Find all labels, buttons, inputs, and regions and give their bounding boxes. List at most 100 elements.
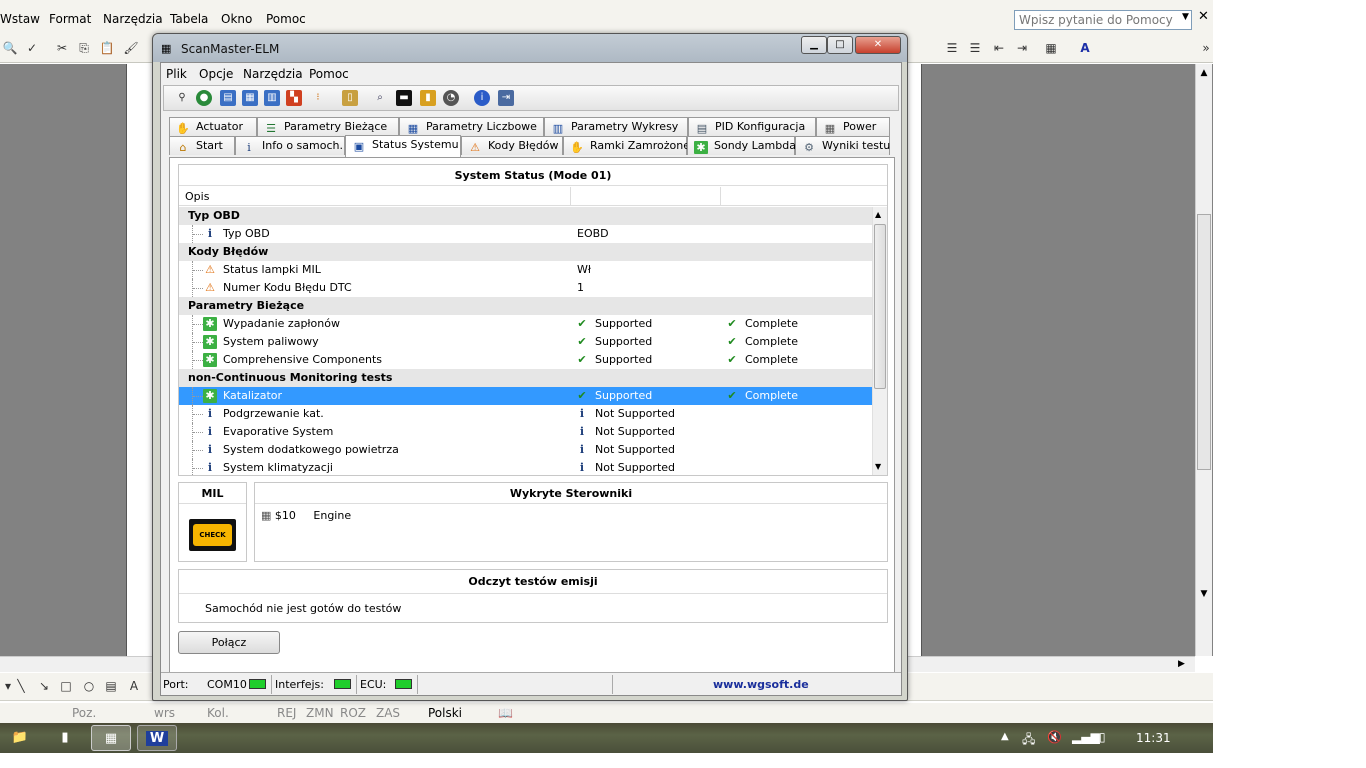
chevron-down-icon[interactable]: ▼ [1182, 12, 1189, 22]
tab-actuator[interactable]: ✋ Actuator [169, 117, 257, 136]
terminal-icon[interactable]: ▬ [396, 90, 412, 106]
oval-icon[interactable]: ○ [81, 678, 97, 694]
tab-ramki-zamrozone[interactable]: ✋ Ramki Zamrożone [563, 136, 690, 155]
menu-narzedzia[interactable]: Narzędzia [103, 12, 163, 26]
tab-info-o-samoch[interactable]: i Info o samoch. [235, 136, 345, 155]
tab-start[interactable]: ⌂ Start [169, 136, 235, 155]
menu-wstaw[interactable]: Wstaw [0, 12, 40, 26]
tab-sondy-lambda[interactable]: ✱ Sondy Lambda [687, 136, 796, 155]
table-icon[interactable]: ▦ [242, 90, 258, 106]
clock[interactable]: 11:31 [1136, 731, 1171, 745]
borders-icon[interactable]: ▦ [1043, 40, 1059, 56]
minimize-button[interactable]: ▁ [801, 36, 827, 54]
vertical-scrollbar[interactable]: ▲ ▼ [1195, 64, 1212, 656]
tab-power[interactable]: ▦ Power [816, 117, 890, 136]
line-icon[interactable]: ╲ [13, 678, 29, 694]
network-icon[interactable]: 🖧 [1022, 730, 1035, 751]
menu-narzedzia[interactable]: Narzędzia [243, 67, 303, 81]
menu-format[interactable]: Format [49, 12, 91, 26]
list-item[interactable]: i Typ OBD EOBD [179, 225, 872, 243]
menu-okno[interactable]: Okno [221, 12, 252, 26]
format-painter-icon[interactable]: 🖌 [123, 40, 139, 56]
tab-parametry-biezace[interactable]: ☰ Parametry Bieżące [257, 117, 399, 136]
tab-wyniki-testu[interactable]: ⚙ Wyniki testu [795, 136, 890, 155]
website-link[interactable]: www.wgsoft.de [713, 678, 809, 691]
scroll-up-icon[interactable]: ▲ [1197, 68, 1211, 82]
paste-icon[interactable]: 📋 [99, 40, 115, 56]
explorer-icon[interactable]: 📁 [0, 725, 40, 751]
print-preview-icon[interactable]: 🔍 [2, 40, 18, 56]
connect-button[interactable]: Połącz [178, 631, 280, 654]
list-item[interactable]: i Evaporative System i Not Supported [179, 423, 872, 441]
scroll-thumb[interactable] [1197, 214, 1211, 470]
list-item[interactable]: i System dodatkowego powietrza i Not Suppor… [179, 441, 872, 459]
tray-expand-icon[interactable]: ▲ [1001, 731, 1009, 742]
chart-icon[interactable]: ▥ [264, 90, 280, 106]
volume-muted-icon[interactable]: 🔇 [1047, 730, 1062, 744]
color-chart-icon[interactable]: ▚ [286, 90, 302, 106]
gauge-icon[interactable]: ◔ [443, 90, 459, 106]
connect-icon[interactable]: ⚲ [174, 90, 190, 106]
status-zas[interactable]: ZAS [376, 706, 400, 720]
status-language[interactable]: Polski [428, 706, 462, 720]
font-color-icon[interactable]: A [1077, 40, 1093, 56]
decrease-indent-icon[interactable]: ⇤ [991, 40, 1007, 56]
list-group-header[interactable]: Parametry Bieżące [179, 297, 872, 315]
status-rej[interactable]: REJ [277, 706, 296, 720]
list-scrollbar[interactable]: ▲ ▼ [872, 207, 887, 475]
list-item[interactable]: ⚠ Status lampki MIL Wł [179, 261, 872, 279]
book-check-icon[interactable]: 📖 [498, 706, 513, 720]
menu-pomoc[interactable]: Pomoc [266, 12, 306, 26]
arrow-icon[interactable]: ↘ [36, 678, 52, 694]
status-roz[interactable]: ROZ [340, 706, 366, 720]
bullets-icon[interactable]: ☰ [967, 40, 983, 56]
scroll-down-icon[interactable]: ▼ [1197, 589, 1211, 603]
toolbar-options-icon[interactable]: » [1198, 40, 1214, 56]
list-item[interactable]: i System klimatyzacji i Not Supported [179, 459, 872, 475]
maximize-button[interactable]: □ [827, 36, 853, 54]
menu-opcje[interactable]: Opcje [199, 67, 233, 81]
tab-status-systemu[interactable]: ▣ Status Systemu [345, 135, 461, 157]
list-item[interactable]: ⚠ Numer Kodu Błędu DTC 1 [179, 279, 872, 297]
traffic-light-icon[interactable]: ⁝ [310, 90, 326, 106]
column-divider[interactable] [570, 187, 571, 206]
rectangle-icon[interactable]: □ [58, 678, 74, 694]
scroll-right-icon[interactable]: ▶ [1178, 659, 1185, 669]
column-opis[interactable]: Opis [185, 190, 209, 203]
menu-tabela[interactable]: Tabela [170, 12, 208, 26]
tab-parametry-wykresy[interactable]: ▥ Parametry Wykresy [544, 117, 688, 136]
app-icon[interactable]: ▮ [45, 725, 85, 751]
exit-icon[interactable]: ⇥ [498, 90, 514, 106]
cut-icon[interactable]: ✂ [54, 40, 70, 56]
scroll-up-icon[interactable]: ▲ [875, 210, 881, 219]
title-bar[interactable]: ▦ ScanMaster-ELM ▁ □ ✕ [153, 34, 907, 62]
textbox-icon[interactable]: ▤ [103, 678, 119, 694]
copy-icon[interactable]: ⎘ [76, 40, 92, 56]
word-taskbar-icon[interactable]: W [137, 725, 177, 751]
list-item[interactable]: ✱ Katalizator ✔ Supported ✔ Complete [179, 387, 872, 405]
menu-plik[interactable]: Plik [166, 67, 187, 81]
search-icon[interactable]: ⌕ [372, 90, 388, 106]
spelling-icon[interactable]: ✓ [24, 40, 40, 56]
status-zmn[interactable]: ZMN [306, 706, 334, 720]
clipboard-icon[interactable]: ▯ [342, 90, 358, 106]
list-item[interactable]: ✱ Comprehensive Components ✔ Supported ✔ Comp… [179, 351, 872, 369]
list-group-header[interactable]: Typ OBD [179, 207, 872, 225]
document-icon[interactable]: ▤ [220, 90, 236, 106]
globe-icon[interactable]: ● [196, 90, 212, 106]
list-item[interactable]: ✱ Wypadanie zapłonów ✔ Supported ✔ Complete [179, 315, 872, 333]
tab-pid-konfiguracja[interactable]: ▤ PID Konfiguracja [688, 117, 816, 136]
list-item[interactable]: ✱ System paliwowy ✔ Supported ✔ Complete [179, 333, 872, 351]
list-group-header[interactable]: non-Continuous Monitoring tests [179, 369, 872, 387]
list-group-header[interactable]: Kody Błędów [179, 243, 872, 261]
tab-parametry-liczbowe[interactable]: ▦ Parametry Liczbowe [399, 117, 544, 136]
ecu-list-item[interactable]: ▦ $10 Engine [261, 509, 351, 522]
signal-icon[interactable]: ▂▄▆ [1072, 730, 1100, 744]
status-list[interactable]: Typ OBD i Typ OBD EOBD Kody Błędów ⚠ Status la… [179, 207, 872, 475]
info-icon[interactable]: i [474, 90, 490, 106]
battery-icon[interactable]: ▮ [420, 90, 436, 106]
tab-kody-bledow[interactable]: ⚠ Kody Błędów [461, 136, 563, 155]
numbering-icon[interactable]: ☰ [944, 40, 960, 56]
help-search-input[interactable]: Wpisz pytanie do Pomocy [1014, 10, 1192, 30]
list-item[interactable]: i Podgrzewanie kat. i Not Supported [179, 405, 872, 423]
